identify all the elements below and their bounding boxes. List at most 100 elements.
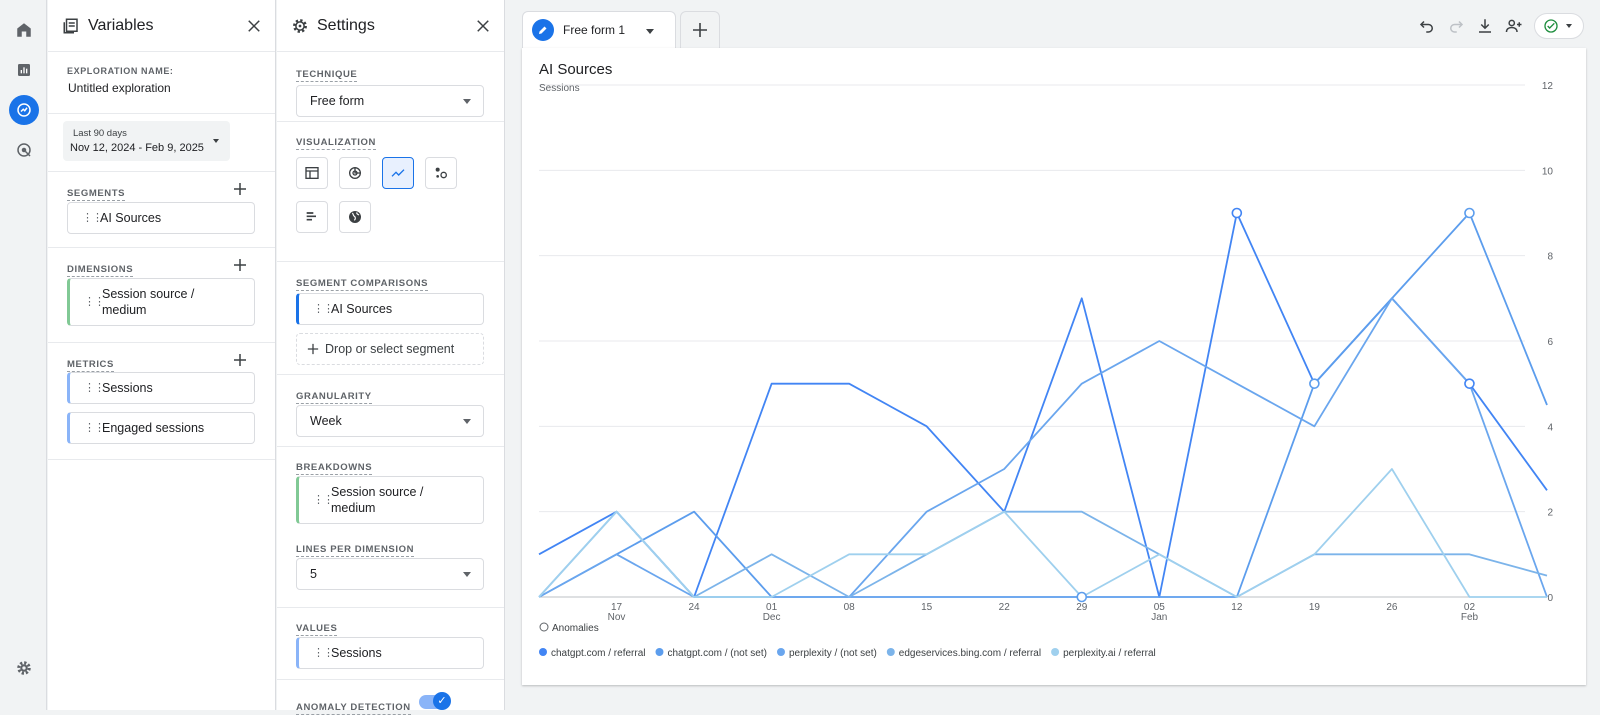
anomaly-detection-label: ANOMALY DETECTION bbox=[296, 702, 411, 715]
legend-dot bbox=[539, 648, 547, 656]
legend-dot bbox=[776, 648, 785, 656]
series-line bbox=[538, 212, 1548, 598]
geo-map-viz-icon[interactable] bbox=[339, 201, 371, 233]
granularity-dropdown[interactable]: Week bbox=[296, 405, 484, 437]
legend-label: perplexity.ai / referral bbox=[1063, 648, 1156, 659]
metrics-label: METRICS bbox=[67, 359, 114, 372]
legend-dot bbox=[655, 648, 664, 656]
close-variables-icon[interactable] bbox=[245, 17, 263, 35]
anomaly-point bbox=[1464, 378, 1475, 389]
breakdown-line-1: Session source / bbox=[331, 485, 424, 499]
values-section: VALUES ⋮⋮ Sessions ANOMALY DETECTION ✓ bbox=[277, 607, 504, 715]
metric-chip-sessions[interactable]: ⋮⋮ Sessions bbox=[67, 372, 255, 404]
add-segment-icon[interactable] bbox=[233, 182, 247, 196]
granularity-section: GRANULARITY Week bbox=[277, 375, 504, 447]
y-axis-label: Sessions bbox=[539, 83, 580, 94]
drop-segment-target[interactable]: Drop or select segment bbox=[296, 333, 484, 365]
reports-icon[interactable] bbox=[9, 55, 39, 85]
exploration-name-input[interactable]: Untitled exploration bbox=[68, 81, 171, 95]
x-tick-label: 24 bbox=[689, 602, 701, 613]
x-tick-sublabel: Feb bbox=[1461, 612, 1479, 623]
metric-chip-label: Sessions bbox=[102, 381, 153, 395]
anomaly-point bbox=[1076, 591, 1088, 603]
lines-per-dimension-value: 5 bbox=[310, 567, 317, 581]
y-tick-label: 2 bbox=[1547, 508, 1553, 519]
legend-dot bbox=[886, 648, 895, 656]
anomaly-detection-toggle[interactable]: ✓ bbox=[419, 692, 451, 710]
segment-chip[interactable]: ⋮⋮ AI Sources bbox=[67, 202, 255, 234]
granularity-label: GRANULARITY bbox=[296, 391, 372, 404]
quality-status-button[interactable] bbox=[1534, 13, 1584, 39]
dimension-line-1: Session source / bbox=[102, 287, 195, 301]
y-tick-label: 10 bbox=[1542, 166, 1554, 177]
segment-comparison-chip[interactable]: ⋮⋮ AI Sources bbox=[296, 293, 484, 325]
visualization-label: VISUALIZATION bbox=[296, 137, 376, 150]
legend-label: chatgpt.com / referral bbox=[551, 648, 645, 659]
breakdown-chip[interactable]: ⋮⋮ Session source / medium bbox=[296, 476, 484, 524]
drag-handle-icon[interactable]: ⋮⋮ bbox=[313, 647, 334, 659]
y-tick-label: 12 bbox=[1542, 81, 1554, 92]
explore-icon[interactable] bbox=[9, 95, 39, 125]
drag-handle-icon[interactable]: ⋮⋮ bbox=[84, 422, 105, 434]
bar-viz-icon[interactable] bbox=[296, 201, 328, 233]
date-range-picker[interactable]: Last 90 days Nov 12, 2024 - Feb 9, 2025 bbox=[63, 121, 230, 161]
exploration-name-label: EXPLORATION NAME: bbox=[67, 66, 174, 76]
edit-pencil-icon[interactable] bbox=[532, 19, 554, 41]
legend-label: edgeservices.bing.com / referral bbox=[899, 648, 1041, 659]
x-tick-sublabel: Jan bbox=[1151, 612, 1167, 623]
y-tick-label: 4 bbox=[1547, 422, 1553, 433]
download-icon[interactable] bbox=[1476, 17, 1494, 35]
breakdown-line-2: medium bbox=[331, 501, 376, 515]
settings-panel: Settings TECHNIQUE Free form VISUALIZATI… bbox=[277, 0, 505, 715]
dimensions-label: DIMENSIONS bbox=[67, 264, 134, 277]
x-tick-sublabel: Dec bbox=[763, 612, 781, 623]
dimension-chip[interactable]: ⋮⋮ Session source / medium bbox=[67, 278, 255, 326]
x-tick-label: 12 bbox=[1231, 602, 1243, 613]
segments-label: SEGMENTS bbox=[67, 188, 126, 201]
x-tick-sublabel: Nov bbox=[608, 612, 626, 623]
technique-dropdown[interactable]: Free form bbox=[296, 85, 484, 117]
table-viz-icon[interactable] bbox=[296, 157, 328, 189]
advertising-icon[interactable] bbox=[9, 135, 39, 165]
y-tick-label: 0 bbox=[1547, 593, 1553, 604]
admin-gear-icon[interactable] bbox=[9, 653, 39, 683]
drag-handle-icon[interactable]: ⋮⋮ bbox=[82, 212, 103, 224]
tab-menu-caret-icon[interactable] bbox=[646, 29, 654, 34]
donut-viz-icon[interactable] bbox=[339, 157, 371, 189]
drag-handle-icon[interactable]: ⋮⋮ bbox=[313, 494, 334, 506]
legend-label: perplexity / (not set) bbox=[789, 648, 877, 659]
segment-comparisons-label: SEGMENT COMPARISONS bbox=[296, 278, 429, 291]
tab-free-form-1[interactable]: Free form 1 bbox=[522, 11, 676, 48]
divider bbox=[277, 679, 504, 680]
add-tab-button[interactable] bbox=[680, 11, 720, 48]
values-chip-label: Sessions bbox=[331, 646, 382, 660]
visualization-section: VISUALIZATION bbox=[277, 122, 504, 262]
segment-comparisons-section: SEGMENT COMPARISONS ⋮⋮ AI Sources Drop o… bbox=[277, 262, 504, 375]
anomaly-point bbox=[1464, 207, 1475, 219]
lines-per-dimension-dropdown[interactable]: 5 bbox=[296, 558, 484, 590]
home-icon[interactable] bbox=[9, 15, 39, 45]
metric-chip-engaged-sessions[interactable]: ⋮⋮ Engaged sessions bbox=[67, 412, 255, 444]
granularity-value: Week bbox=[310, 414, 342, 428]
variables-icon bbox=[63, 18, 78, 33]
redo-icon[interactable] bbox=[1447, 17, 1465, 35]
drag-handle-icon[interactable]: ⋮⋮ bbox=[84, 296, 105, 308]
line-viz-icon[interactable] bbox=[382, 157, 414, 189]
lines-per-dimension-label: LINES PER DIMENSION bbox=[296, 544, 415, 557]
values-chip[interactable]: ⋮⋮ Sessions bbox=[296, 637, 484, 669]
series-line bbox=[538, 468, 1547, 598]
anomaly-point bbox=[1309, 378, 1320, 389]
exploration-name-section: EXPLORATION NAME: Untitled exploration bbox=[48, 52, 275, 114]
left-nav-rail bbox=[0, 0, 47, 710]
undo-icon[interactable] bbox=[1418, 17, 1436, 35]
legend-label: chatgpt.com / (not set) bbox=[667, 648, 767, 659]
share-users-icon[interactable] bbox=[1505, 17, 1523, 35]
date-range-section: Last 90 days Nov 12, 2024 - Feb 9, 2025 bbox=[48, 114, 275, 172]
scatter-viz-icon[interactable] bbox=[425, 157, 457, 189]
drag-handle-icon[interactable]: ⋮⋮ bbox=[313, 303, 334, 315]
add-metric-icon[interactable] bbox=[233, 353, 247, 367]
close-settings-icon[interactable] bbox=[474, 17, 492, 35]
drag-handle-icon[interactable]: ⋮⋮ bbox=[84, 382, 105, 394]
add-dimension-icon[interactable] bbox=[233, 258, 247, 272]
line-chart: 024681012Sessions17Nov24 01Dec08 15 22 29 05J… bbox=[538, 81, 1554, 659]
